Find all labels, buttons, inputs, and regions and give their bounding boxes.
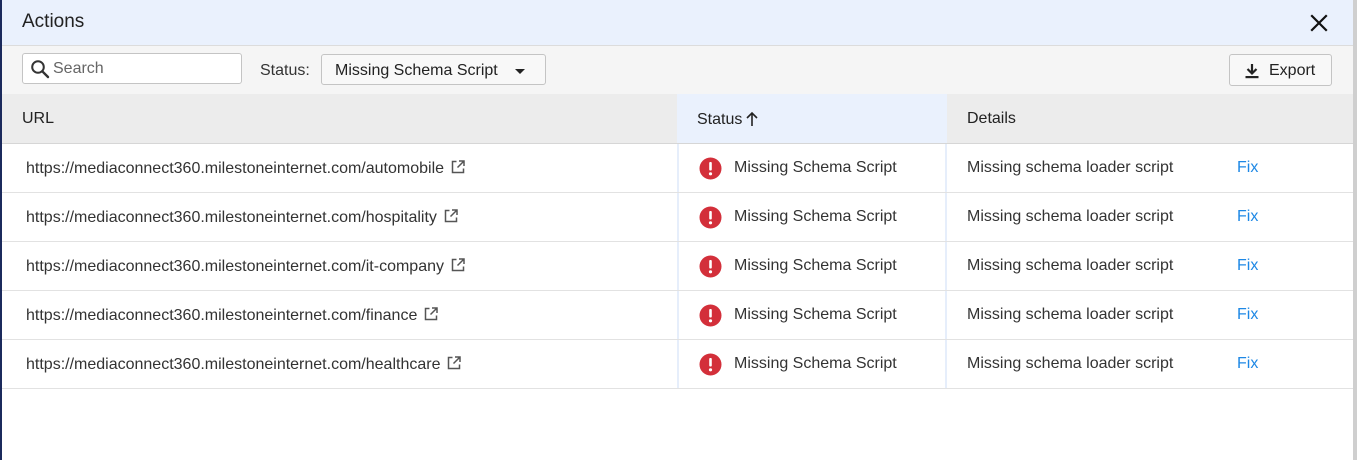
scrollbar-track[interactable] xyxy=(1353,0,1357,460)
table-row: https://mediaconnect360.milestoneinterne… xyxy=(2,340,1353,389)
dialog-title-bar: Actions xyxy=(2,0,1353,46)
external-link-icon[interactable] xyxy=(450,159,466,175)
column-header-url-label: URL xyxy=(22,110,55,127)
status-filter-dropdown[interactable]: Missing Schema Script xyxy=(321,54,546,85)
fix-link[interactable]: Fix xyxy=(1237,257,1258,275)
search-icon xyxy=(31,60,50,79)
external-link-icon[interactable] xyxy=(443,208,459,224)
details-cell: Missing schema loader script xyxy=(967,257,1174,274)
table-row: https://mediaconnect360.milestoneinterne… xyxy=(2,144,1353,193)
status-cell: Missing Schema Script xyxy=(734,257,897,274)
column-header-status-label: Status xyxy=(697,111,743,128)
url-text[interactable]: https://mediaconnect360.milestoneinterne… xyxy=(26,160,444,177)
table-row: https://mediaconnect360.milestoneinterne… xyxy=(2,193,1353,242)
details-cell: Missing schema loader script xyxy=(967,355,1174,372)
details-cell: Missing schema loader script xyxy=(967,208,1174,225)
search-box[interactable] xyxy=(22,53,242,84)
url-text[interactable]: https://mediaconnect360.milestoneinterne… xyxy=(26,209,437,226)
fix-link[interactable]: Fix xyxy=(1237,355,1258,373)
toolbar: Status: Missing Schema Script Export xyxy=(2,46,1353,94)
column-header-details[interactable]: Details xyxy=(947,94,1353,143)
caret-down-icon xyxy=(515,69,525,74)
error-icon xyxy=(699,304,722,327)
external-link-icon[interactable] xyxy=(450,257,466,273)
fix-link[interactable]: Fix xyxy=(1237,208,1258,226)
download-icon xyxy=(1245,64,1259,79)
status-filter-value: Missing Schema Script xyxy=(335,62,498,79)
dialog-title: Actions xyxy=(22,11,85,32)
fix-link[interactable]: Fix xyxy=(1237,306,1258,324)
arrow-up-icon xyxy=(746,111,758,126)
table-row: https://mediaconnect360.milestoneinterne… xyxy=(2,242,1353,291)
url-cell: https://mediaconnect360.milestoneinterne… xyxy=(26,306,439,325)
url-cell: https://mediaconnect360.milestoneinterne… xyxy=(26,257,466,276)
table-row: https://mediaconnect360.milestoneinterne… xyxy=(2,291,1353,340)
column-header-url[interactable]: URL xyxy=(2,94,677,143)
external-link-icon[interactable] xyxy=(446,355,462,371)
fix-link[interactable]: Fix xyxy=(1237,159,1258,177)
url-cell: https://mediaconnect360.milestoneinterne… xyxy=(26,208,459,227)
actions-dialog: Actions Status: Missing Schema Script Ex… xyxy=(2,0,1353,460)
url-text[interactable]: https://mediaconnect360.milestoneinterne… xyxy=(26,307,417,324)
error-icon xyxy=(699,353,722,376)
status-cell: Missing Schema Script xyxy=(734,208,897,225)
status-cell: Missing Schema Script xyxy=(734,355,897,372)
export-button[interactable]: Export xyxy=(1229,54,1332,86)
external-link-icon[interactable] xyxy=(423,306,439,322)
details-cell: Missing schema loader script xyxy=(967,159,1174,176)
search-input[interactable] xyxy=(53,58,233,80)
status-cell: Missing Schema Script xyxy=(734,159,897,176)
url-cell: https://mediaconnect360.milestoneinterne… xyxy=(26,355,462,374)
status-filter-label: Status: xyxy=(260,62,310,79)
url-text[interactable]: https://mediaconnect360.milestoneinterne… xyxy=(26,356,440,373)
error-icon xyxy=(699,255,722,278)
export-label: Export xyxy=(1269,62,1316,79)
table-header: URL Status Details xyxy=(2,94,1353,144)
details-cell: Missing schema loader script xyxy=(967,306,1174,323)
url-cell: https://mediaconnect360.milestoneinterne… xyxy=(26,159,466,178)
column-header-details-label: Details xyxy=(967,110,1016,127)
close-icon[interactable] xyxy=(1308,12,1330,34)
error-icon xyxy=(699,157,722,180)
error-icon xyxy=(699,206,722,229)
status-cell: Missing Schema Script xyxy=(734,306,897,323)
column-header-status[interactable]: Status xyxy=(677,94,947,143)
url-text[interactable]: https://mediaconnect360.milestoneinterne… xyxy=(26,258,444,275)
